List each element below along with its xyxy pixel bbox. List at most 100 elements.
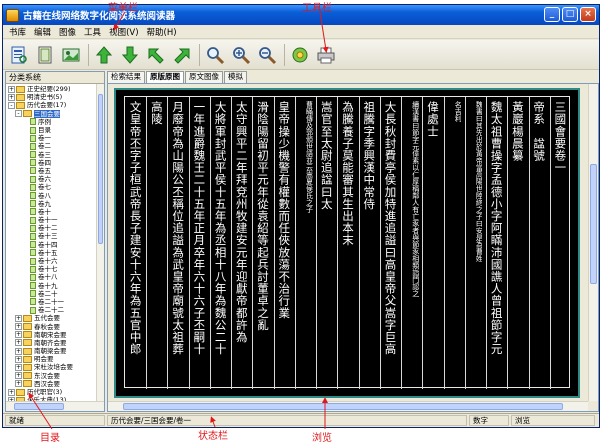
zoom-out-button[interactable]	[255, 43, 279, 67]
expand-icon[interactable]: +	[15, 331, 22, 339]
tree-item[interactable]: 卷十三	[6, 232, 96, 240]
tree-item[interactable]: + 历代职官(3)	[6, 388, 96, 396]
back-button[interactable]	[144, 43, 168, 67]
expand-icon[interactable]: +	[15, 347, 22, 355]
zoom-in-button[interactable]	[229, 43, 253, 67]
tree-item[interactable]: 卷十四	[6, 241, 96, 249]
expand-icon[interactable]: +	[15, 380, 22, 388]
folder-icon	[23, 323, 32, 331]
tree-item[interactable]: + 南朝梁会要	[6, 347, 96, 355]
tree-item[interactable]: + 正史纪要(299)	[6, 85, 96, 93]
maximize-button[interactable]: □	[562, 7, 578, 22]
text-frame: 三國會要卷一 帝系 諡號 黃巖楊晨纂 魏太祖曹操字孟德小字阿瞞沛國譙人曾祖節字元 魏書曰…	[124, 96, 570, 389]
catalog-hscroll-thumb[interactable]	[14, 403, 64, 410]
tree-item[interactable]: 卷四	[6, 159, 96, 167]
tree-item[interactable]: + 东汉会要	[6, 372, 96, 380]
expand-icon[interactable]: +	[15, 363, 22, 371]
tree-item[interactable]: 目录	[6, 126, 96, 134]
column-rule	[188, 97, 190, 389]
document-icon	[30, 216, 36, 224]
tree-item[interactable]: + 西汉会要	[6, 380, 96, 388]
status-bar: 就绪 历代会要/三国会要/卷一 数字 浏览	[3, 413, 599, 427]
status-path: 历代会要/三国会要/卷一	[107, 415, 467, 426]
tree-item[interactable]: + 春秋会要	[6, 322, 96, 331]
tree-item[interactable]: 卷一	[6, 134, 96, 142]
reader-hscroll-thumb[interactable]	[123, 403, 563, 410]
previous-button[interactable]	[92, 43, 116, 67]
tree-item[interactable]: 卷三	[6, 151, 96, 159]
expand-icon	[22, 151, 29, 158]
tree-item[interactable]: + 宋杜汝培会要	[6, 363, 96, 371]
expand-icon[interactable]: +	[15, 339, 22, 347]
tree-item[interactable]: 卷二	[6, 142, 96, 150]
tab-search-results[interactable]: 检索结果	[107, 71, 145, 83]
column-rule	[486, 97, 488, 389]
title-bar[interactable]: 古籍在线网络数字化阅读系统阅读器 _ □ ×	[3, 5, 599, 25]
online-button[interactable]	[288, 43, 312, 67]
tree-item[interactable]: + 五代会要	[6, 314, 96, 322]
reader-horizontal-scrollbar[interactable]	[108, 401, 588, 411]
menu-tools[interactable]: 工具	[80, 26, 105, 38]
tree-item[interactable]: 卷十九	[6, 282, 96, 290]
tab-simulation[interactable]: 模拟	[224, 71, 247, 83]
reader-vertical-scrollbar[interactable]	[588, 84, 598, 401]
expand-icon[interactable]: +	[15, 372, 22, 380]
menu-help[interactable]: 帮助(H)	[143, 26, 181, 38]
menu-library[interactable]: 书库	[5, 26, 30, 38]
expand-icon[interactable]: +	[15, 314, 22, 322]
tree-item[interactable]: 卷十六	[6, 257, 96, 265]
reader-scroll-thumb[interactable]	[590, 164, 597, 284]
print-button[interactable]	[314, 43, 338, 67]
menu-view[interactable]: 视图(V)	[105, 26, 142, 38]
toolbar-separator	[284, 43, 285, 66]
catalog-vertical-scrollbar[interactable]	[96, 84, 104, 401]
expand-icon[interactable]: +	[8, 85, 15, 93]
tree-item[interactable]: 卷六	[6, 175, 96, 183]
tree-item[interactable]: 卷十一	[6, 216, 96, 224]
image-view-button[interactable]	[59, 43, 83, 67]
expand-icon	[22, 127, 29, 134]
tree-item[interactable]: - 三国会要	[6, 109, 96, 118]
tree-item[interactable]: + 南朝宋会要	[6, 331, 96, 339]
tree-item-label: 南朝宋会要	[34, 330, 67, 339]
catalog-horizontal-scrollbar[interactable]	[6, 401, 104, 411]
next-button[interactable]	[118, 43, 142, 67]
column-rule	[231, 97, 233, 389]
tree-item[interactable]: 卷十八	[6, 273, 96, 281]
tab-original-page[interactable]: 原版原图	[146, 71, 184, 83]
tree-item[interactable]: 卷八	[6, 191, 96, 200]
close-button[interactable]: ×	[580, 7, 596, 22]
tree-item[interactable]: 卷二十一	[6, 298, 96, 306]
tree-item-label: 序例	[38, 117, 51, 126]
page-view-button[interactable]	[33, 43, 57, 67]
tree-item[interactable]: 卷十五	[6, 249, 96, 257]
tree-item[interactable]: 卷七	[6, 183, 96, 191]
expand-icon[interactable]: +	[15, 355, 22, 363]
callout-catalog: 目录	[40, 433, 60, 443]
expand-icon[interactable]: +	[8, 93, 15, 101]
menu-edit[interactable]: 编辑	[30, 26, 55, 38]
tree-item[interactable]: 卷十	[6, 208, 96, 216]
expand-icon	[22, 249, 29, 256]
collapse-icon[interactable]: -	[15, 110, 22, 118]
tree-item[interactable]: 序例	[6, 118, 96, 126]
tree-item[interactable]: + 南朝齐会要	[6, 339, 96, 347]
expand-icon[interactable]: +	[15, 323, 22, 331]
minimize-button[interactable]: _	[544, 7, 560, 22]
collapse-icon[interactable]: -	[8, 101, 15, 109]
expand-icon[interactable]: +	[8, 388, 15, 396]
tree-item-label: 西汉会要	[34, 379, 60, 388]
search-button[interactable]	[203, 43, 227, 67]
tab-original-image[interactable]: 原文图像	[185, 71, 223, 83]
status-mode: 浏览	[511, 415, 595, 426]
tree-item[interactable]: 卷二十	[6, 290, 96, 298]
text-column: 大將軍封武平侯十五年為丞相十八年為魏公二十	[213, 101, 228, 356]
tree-item[interactable]: 卷九	[6, 200, 96, 208]
book-page[interactable]: 三國會要卷一 帝系 諡號 黃巖楊晨纂 魏太祖曹操字孟德小字阿瞞沛國譙人曾祖節字元 魏書曰…	[114, 88, 580, 398]
tree-item[interactable]: 卷五	[6, 167, 96, 175]
open-book-button[interactable]	[7, 43, 31, 67]
forward-button[interactable]	[170, 43, 194, 67]
catalog-scroll-thumb[interactable]	[98, 94, 103, 244]
menu-image[interactable]: 图像	[55, 26, 80, 38]
tree-item[interactable]: - 历代会要(17)	[6, 101, 96, 109]
